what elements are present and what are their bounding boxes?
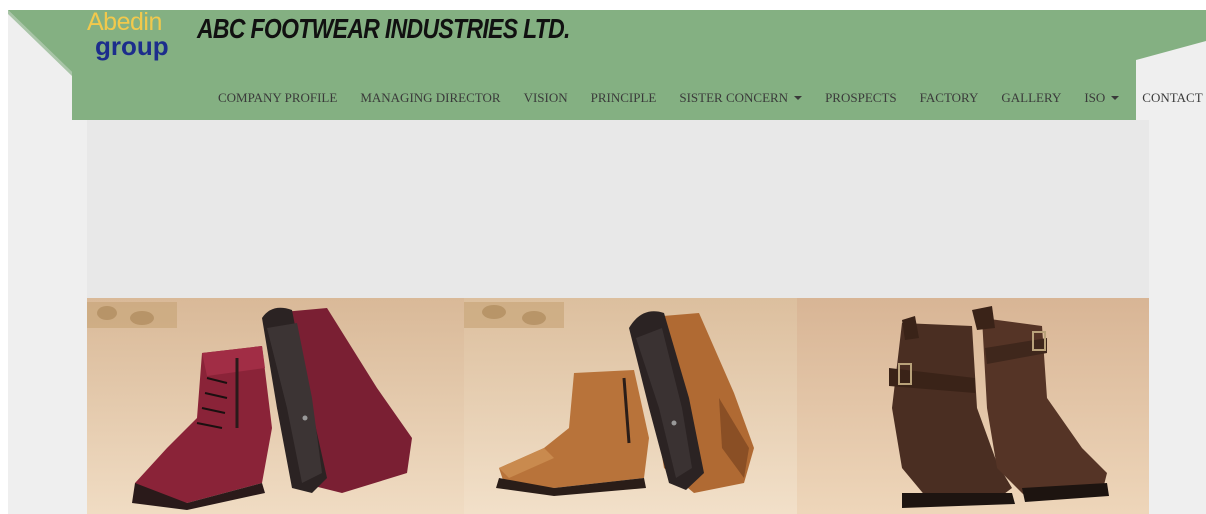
nav-principle[interactable]: PRINCIPLE bbox=[591, 88, 657, 108]
abedin-group-logo[interactable]: Abedin group bbox=[87, 10, 187, 61]
caret-down-icon bbox=[794, 96, 803, 100]
nav-company-profile[interactable]: COMPANY PROFILE bbox=[218, 88, 337, 108]
nav-label: GALLERY bbox=[1001, 90, 1062, 105]
company-title: ABC FOOTWEAR INDUSTRIES LTD. bbox=[197, 13, 570, 44]
nav-label: COMPANY PROFILE bbox=[218, 90, 338, 105]
caret-down-icon bbox=[1111, 96, 1120, 100]
nav-contact[interactable]: CONTACT bbox=[1142, 88, 1202, 108]
nav-label: PRINCIPLE bbox=[590, 90, 657, 105]
nav-gallery[interactable]: GALLERY bbox=[1001, 88, 1061, 108]
photo-tan-boots[interactable] bbox=[464, 298, 797, 514]
hero-banner-placeholder bbox=[87, 120, 1149, 298]
product-gallery bbox=[87, 298, 1149, 514]
nav-prospects[interactable]: PROSPECTS bbox=[825, 88, 897, 108]
nav-managing-director[interactable]: MANAGING DIRECTOR bbox=[360, 88, 500, 108]
photo-brown-boots[interactable] bbox=[797, 298, 1149, 514]
nav-label: ISO bbox=[1084, 90, 1106, 105]
nav-label: SISTER CONCERN bbox=[679, 90, 789, 105]
nav-iso-dropdown[interactable]: ISO bbox=[1084, 88, 1120, 108]
nav-label: FACTORY bbox=[919, 90, 979, 105]
logo-text-group: group bbox=[95, 31, 169, 61]
nav-label: CONTACT bbox=[1142, 90, 1203, 105]
nav-label: MANAGING DIRECTOR bbox=[360, 90, 501, 105]
photo-red-boots[interactable] bbox=[87, 298, 464, 514]
nav-vision[interactable]: VISION bbox=[524, 88, 568, 108]
nav-label: VISION bbox=[523, 90, 568, 105]
nav-label: PROSPECTS bbox=[825, 90, 897, 105]
main-navigation: COMPANY PROFILE MANAGING DIRECTOR VISION… bbox=[218, 88, 1203, 108]
nav-sister-concern-dropdown[interactable]: SISTER CONCERN bbox=[679, 88, 803, 108]
nav-factory[interactable]: FACTORY bbox=[920, 88, 979, 108]
